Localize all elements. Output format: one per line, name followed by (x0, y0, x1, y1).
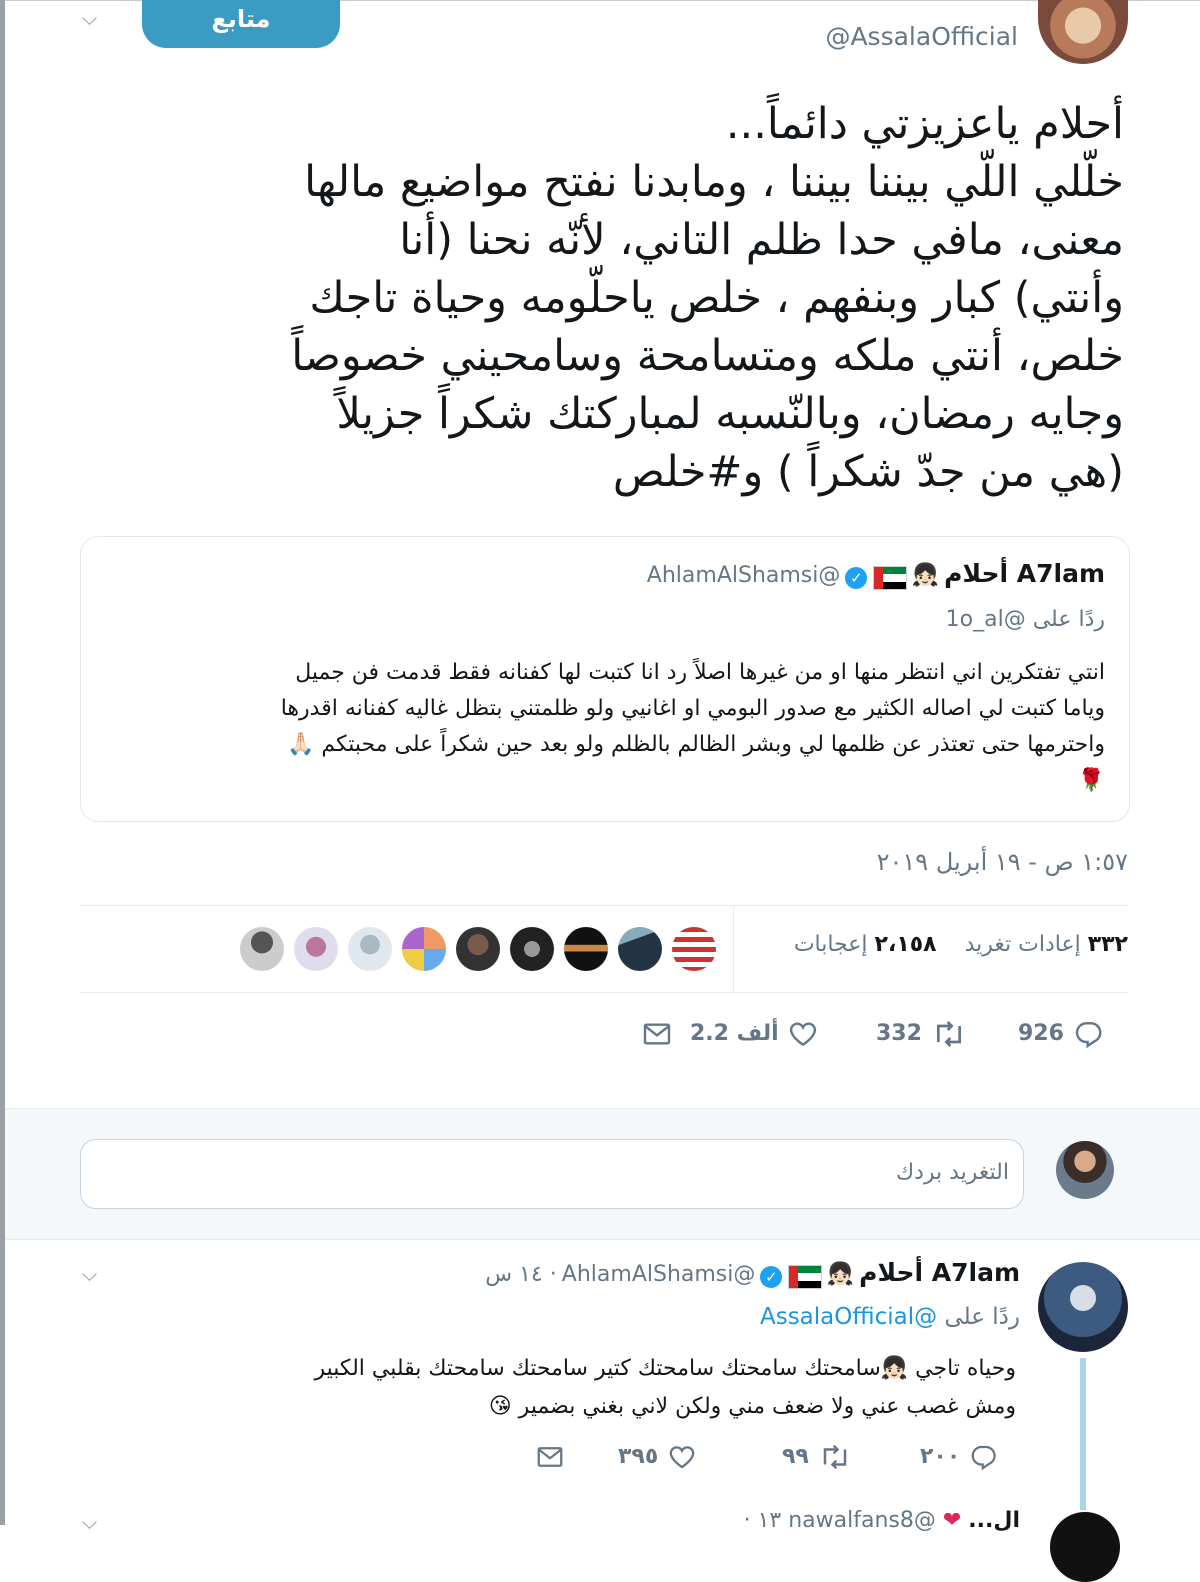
tweet-timestamp[interactable]: ١:٥٧ ص - ١٩ أبريل ٢٠١٩ (877, 848, 1128, 876)
reply-like-action[interactable]: ٣٩٥ (618, 1442, 698, 1472)
stats-divider (733, 906, 734, 992)
reply-to-handle[interactable]: @1o_al (946, 607, 1026, 632)
quoted-tweet-card[interactable]: A7lam أحلام 👧🏻 ✓ @AhlamAlShamsi ردًا على… (80, 536, 1130, 822)
author-handle[interactable]: @AssalaOfficial (825, 22, 1018, 51)
quoted-author-handle: @AhlamAlShamsi (646, 563, 841, 588)
girl-emoji-icon: 👧🏻 (826, 1262, 855, 1287)
retweet-count-stat[interactable]: ٣٣٢ إعادات تغريد (965, 932, 1128, 957)
next-author-handle[interactable]: @nawalfans8 (788, 1508, 936, 1533)
divider (80, 992, 1128, 993)
liker-avatar[interactable] (618, 927, 662, 971)
like-action[interactable]: 2.2 ألف (690, 1018, 820, 1050)
like-count-stat[interactable]: ٢،١٥٨ إعجابات (794, 932, 937, 957)
next-author-name[interactable]: ال... (968, 1508, 1020, 1533)
liker-avatar[interactable] (510, 927, 554, 971)
reply-author-avatar[interactable] (1038, 1262, 1128, 1352)
reply-to-label: ردًا على (944, 1304, 1020, 1330)
heart-icon (790, 1022, 817, 1047)
envelope-icon (537, 1447, 563, 1467)
verified-badge-icon: ✓ (760, 1265, 783, 1288)
reply-author-name[interactable]: A7lam أحلام (859, 1258, 1020, 1287)
tweet-stats: ٣٣٢ إعادات تغريد ٢،١٥٨ إعجابات (794, 932, 1128, 957)
reply-dm-action[interactable] (534, 1442, 566, 1476)
heart-icon (669, 1446, 695, 1469)
liker-avatar[interactable] (456, 927, 500, 971)
uae-flag-icon (787, 1264, 822, 1289)
divider (80, 905, 1128, 906)
liker-avatar[interactable] (294, 927, 338, 971)
likers-avatars (230, 927, 716, 971)
reply-to-handle[interactable]: @AssalaOfficial (760, 1304, 937, 1330)
reply-action[interactable]: 926 (1018, 1018, 1106, 1050)
window-left-border (0, 0, 5, 1525)
quoted-author-line: A7lam أحلام 👧🏻 ✓ @AhlamAlShamsi (647, 559, 1105, 590)
reply-author-handle[interactable]: @AhlamAlShamsi (562, 1262, 756, 1287)
reply-text: وحياه تاجي 👧🏻سامحتك سامحتك سامحتك كتير س… (314, 1356, 1016, 1419)
red-heart-icon: ❤ (942, 1508, 962, 1533)
reply-to-label: ردًا على (1032, 607, 1105, 632)
reply-input-placeholder: التغريد بردك (895, 1160, 1009, 1185)
reply-menu-chevron-icon[interactable]: ⌵ (82, 1262, 97, 1286)
reply-input[interactable]: التغريد بردك (80, 1139, 1024, 1209)
following-button[interactable]: متابع (142, 0, 340, 48)
direct-message-action[interactable] (640, 1018, 674, 1054)
reply-icon (971, 1445, 996, 1471)
retweet-action[interactable]: 332 (876, 1018, 968, 1050)
envelope-icon (643, 1023, 671, 1045)
liker-avatar[interactable] (564, 927, 608, 971)
tweet-text: أحلام ياعزيزتي دائماً... خلّلي اللّي بين… (291, 99, 1124, 497)
reply-time[interactable]: ١٤ س (485, 1262, 543, 1287)
thread-connector-line (1080, 1358, 1086, 1510)
reply-to-line: ردًا على @AssalaOfficial (760, 1304, 1020, 1330)
separator-dot: · (542, 1262, 557, 1287)
reply-author-line: A7lam أحلام 👧🏻 ✓ @AhlamAlShamsi · ١٤ س (485, 1258, 1020, 1289)
next-author-avatar[interactable] (1050, 1512, 1120, 1582)
liker-avatar[interactable] (348, 927, 392, 971)
liker-avatar[interactable] (402, 927, 446, 971)
retweet-icon (936, 1021, 961, 1047)
liker-avatar[interactable] (240, 927, 284, 971)
reply-reply-action[interactable]: ٢٠٠ (920, 1442, 1000, 1472)
next-menu-chevron-icon[interactable]: ⌵ (82, 1510, 97, 1534)
tweet-menu-chevron-icon[interactable]: ⌵ (82, 6, 97, 30)
current-user-avatar[interactable] (1056, 1141, 1114, 1199)
verified-badge-icon: ✓ (845, 566, 868, 589)
quoted-tweet-text: انتي تفتكرين اني انتظر منها او من غيرها … (280, 660, 1105, 793)
author-avatar[interactable] (1038, 0, 1128, 64)
next-time[interactable]: ١٣ · (744, 1508, 782, 1533)
reply-icon (1075, 1022, 1102, 1049)
liker-avatar[interactable] (672, 927, 716, 971)
girl-emoji-icon: 👧🏻 (911, 563, 940, 588)
next-tweet-header: ال... ❤ @nawalfans8 ١٣ · (744, 1508, 1020, 1533)
quoted-reply-to: ردًا على @1o_al (946, 607, 1105, 632)
reply-retweet-action[interactable]: ٩٩ (782, 1442, 853, 1472)
uae-flag-icon (872, 565, 907, 590)
retweet-icon (823, 1444, 846, 1470)
quoted-author-name: A7lam أحلام (944, 559, 1105, 588)
